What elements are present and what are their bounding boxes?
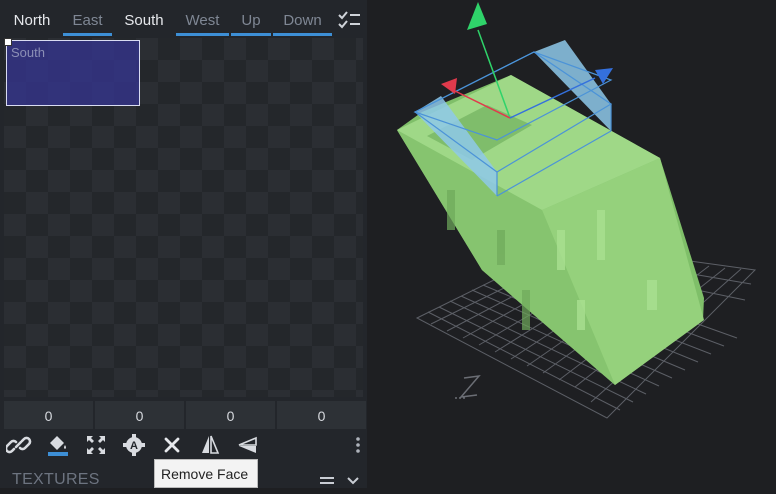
uv-input-height[interactable]: 0 xyxy=(277,401,366,429)
remove-face-icon[interactable] xyxy=(158,432,186,458)
uv-toolbar: A xyxy=(0,430,367,460)
uv-face[interactable]: South xyxy=(4,38,140,106)
tooltip: Remove Face xyxy=(154,459,258,488)
mirror-y-icon[interactable] xyxy=(234,432,262,458)
more-options-icon[interactable] xyxy=(352,434,364,456)
auto-uv-icon[interactable]: A xyxy=(120,432,148,458)
uv-input-x[interactable]: 0 xyxy=(4,401,93,429)
tab-north[interactable]: North xyxy=(6,0,58,36)
face-tabs: North East South West Up Down xyxy=(0,0,367,38)
uv-input-width[interactable]: 0 xyxy=(186,401,275,429)
link-icon[interactable] xyxy=(6,432,34,458)
mirror-x-icon[interactable] xyxy=(196,432,224,458)
uv-canvas[interactable]: South xyxy=(4,38,363,397)
x-axis-arrow xyxy=(441,78,457,94)
uv-resize-handle[interactable] xyxy=(4,38,12,46)
y-axis-arrow xyxy=(467,2,487,30)
3d-viewport[interactable] xyxy=(367,0,776,488)
uv-editor-panel: North East South West Up Down South 0 0 … xyxy=(0,0,367,488)
maximize-icon[interactable] xyxy=(82,432,110,458)
uv-coordinate-inputs: 0 0 0 0 xyxy=(4,401,366,429)
checklist-icon[interactable] xyxy=(338,11,362,31)
paint-bucket-icon[interactable] xyxy=(44,432,72,458)
svg-text:A: A xyxy=(130,440,138,452)
tab-south[interactable]: South xyxy=(118,0,170,36)
z-axis-arrow xyxy=(595,68,613,84)
textures-panel-controls xyxy=(318,473,364,489)
north-marker-icon xyxy=(455,374,481,399)
tab-up[interactable]: Up xyxy=(231,0,271,36)
viewport-scene[interactable] xyxy=(367,0,776,488)
collapse-chevron-icon xyxy=(347,477,359,485)
tab-down[interactable]: Down xyxy=(273,0,332,36)
tab-west[interactable]: West xyxy=(176,0,229,36)
panel-menu-icon xyxy=(320,477,334,484)
uv-face-label: South xyxy=(11,45,45,60)
tab-east[interactable]: East xyxy=(63,0,112,36)
textures-panel-title: TEXTURES xyxy=(12,471,100,488)
uv-input-y[interactable]: 0 xyxy=(95,401,184,429)
